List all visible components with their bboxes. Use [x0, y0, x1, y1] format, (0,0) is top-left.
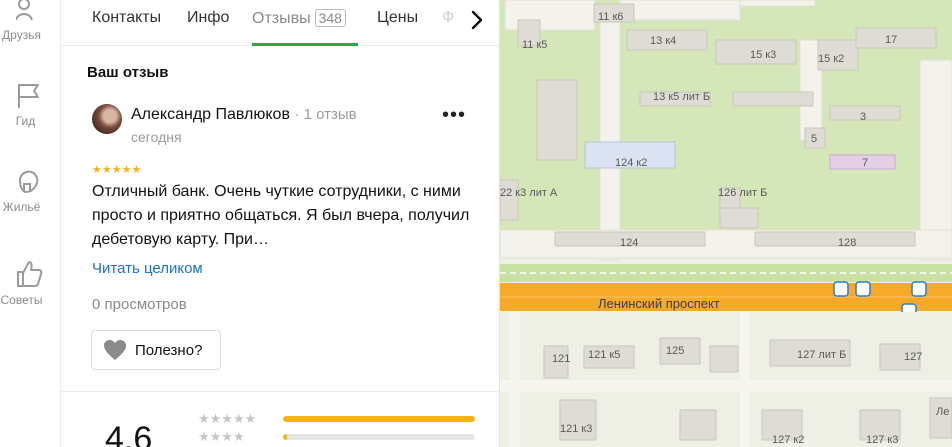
rail-label-guide: Гид [15, 114, 36, 128]
map[interactable]: Ленинский проспект 11 к6 11 к5 13 к4 15 … [500, 0, 952, 447]
svg-text:124 к2: 124 к2 [615, 157, 647, 169]
tab-reviews-label: Отзывы [252, 10, 311, 27]
rating-row-fill [283, 434, 287, 440]
svg-text:125: 125 [666, 345, 684, 357]
rail-item-guide[interactable]: Гид [0, 80, 61, 128]
section-divider [61, 391, 499, 392]
tab-info[interactable]: Инфо [187, 9, 229, 27]
friends-icon [15, 0, 46, 24]
svg-text:124: 124 [620, 237, 638, 249]
svg-text:11 к5: 11 к5 [522, 39, 547, 51]
review-text: Отличный банк. Очень чуткие сотрудники, … [92, 183, 470, 248]
rating-row-bar [283, 416, 475, 422]
left-rail: Друзья Гид Жильё Советы [0, 0, 61, 447]
useful-label: Полезно? [135, 341, 203, 359]
svg-text:5: 5 [811, 133, 817, 145]
rating-row-4: ★★★★ [198, 429, 475, 445]
active-tab-indicator [252, 43, 358, 46]
avatar[interactable] [92, 104, 122, 134]
svg-text:127 к3: 127 к3 [866, 434, 898, 446]
tabs-next-button[interactable] [466, 9, 488, 31]
svg-text:17: 17 [885, 34, 897, 46]
tab-reviews[interactable]: Отзывы 348 [252, 9, 346, 28]
rating-row-bar [283, 434, 475, 440]
review-author[interactable]: Александр Павлюков · 1 отзыв [131, 106, 357, 124]
review-rating-stars: ★★★★★ [92, 164, 142, 176]
tab-bar: Контакты Инфо Отзывы 348 Цены Ф [61, 0, 499, 46]
svg-text:126 лит Б: 126 лит Б [718, 187, 767, 199]
house-icon [16, 166, 46, 196]
chevron-right-icon [471, 10, 483, 30]
rail-label-friends: Друзья [2, 28, 41, 42]
map-street-label: Ленинский проспект [598, 296, 720, 311]
svg-text:127 лит Б: 127 лит Б [797, 349, 846, 361]
screen: Друзья Гид Жильё Советы Контакты Инфо От… [0, 0, 952, 447]
flag-icon [16, 80, 46, 110]
svg-text:22 к3 лит А: 22 к3 лит А [500, 187, 558, 199]
svg-text:121: 121 [552, 353, 570, 365]
svg-text:127 к2: 127 к2 [772, 434, 804, 446]
svg-text:15 к2: 15 к2 [818, 53, 844, 65]
review-date: сегодня [131, 129, 182, 145]
useful-button[interactable]: Полезно? [91, 330, 221, 370]
tab-prices[interactable]: Цены [377, 9, 418, 27]
svg-text:121 к3: 121 к3 [560, 423, 592, 435]
svg-text:11 к6: 11 к6 [598, 11, 623, 23]
heart-icon [104, 340, 126, 360]
svg-text:3: 3 [860, 111, 866, 123]
map-canvas[interactable]: Ленинский проспект 11 к6 11 к5 13 к4 15 … [500, 0, 952, 447]
reviews-count-badge: 348 [314, 9, 346, 27]
more-options-button[interactable]: ••• [442, 105, 466, 130]
author-review-count: · 1 отзыв [294, 106, 357, 123]
tab-photos[interactable]: Ф [442, 9, 454, 27]
svg-text:13 к4: 13 к4 [650, 35, 676, 47]
rating-row-5: ★★★★★ [198, 411, 475, 427]
svg-text:Ле: Ле [936, 406, 949, 418]
rail-label-tips: Советы [0, 293, 43, 307]
tab-contacts[interactable]: Контакты [92, 9, 161, 27]
rating-row-stars: ★★★★ [198, 429, 245, 444]
svg-text:13 к5 лит Б: 13 к5 лит Б [653, 91, 710, 103]
thumb-up-icon [16, 259, 46, 289]
svg-text:7: 7 [862, 157, 868, 169]
your-review-title: Ваш отзыв [87, 64, 169, 81]
overall-rating: 4,6 [105, 420, 153, 447]
rating-row-fill [283, 416, 475, 422]
svg-text:121 к5: 121 к5 [588, 349, 620, 361]
rail-item-tips[interactable]: Советы [0, 259, 61, 307]
rating-row-stars: ★★★★★ [198, 411, 257, 426]
svg-text:15 к3: 15 к3 [750, 49, 776, 61]
read-more-link[interactable]: Читать целиком [92, 260, 203, 277]
rail-item-housing[interactable]: Жильё [0, 166, 61, 214]
rail-label-housing: Жильё [2, 200, 41, 214]
rail-item-friends[interactable]: Друзья [0, 0, 61, 42]
svg-text:127: 127 [904, 351, 922, 363]
author-name: Александр Павлюков [131, 106, 290, 123]
review-views: 0 просмотров [92, 296, 187, 313]
business-panel: Контакты Инфо Отзывы 348 Цены Ф Ваш отзыв… [61, 0, 500, 447]
svg-text:128: 128 [838, 237, 856, 249]
